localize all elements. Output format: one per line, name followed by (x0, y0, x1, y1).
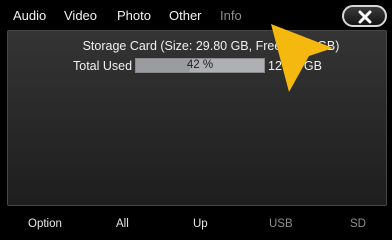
storage-info-text: Storage Card (Size: 29.80 GB, Free: 1 (82, 39, 296, 53)
tab-other[interactable]: Other (169, 8, 202, 24)
arrow-pointer-icon (271, 24, 333, 92)
tab-photo[interactable]: Photo (117, 8, 151, 24)
close-button[interactable] (342, 5, 387, 27)
sd-button[interactable]: SD (350, 217, 366, 231)
usb-button[interactable]: USB (269, 217, 293, 231)
usage-progress-bar: 42 % (135, 58, 265, 73)
tab-video[interactable]: Video (64, 8, 97, 24)
tab-audio[interactable]: Audio (13, 8, 46, 24)
all-button[interactable]: All (116, 217, 129, 231)
up-button[interactable]: Up (193, 217, 208, 231)
usage-percent-text: 42 % (186, 59, 214, 71)
option-button[interactable]: Option (28, 217, 62, 231)
total-used-label: Total Used (73, 59, 133, 73)
bottom-button-bar: Option All Up USB SD (0, 206, 392, 240)
close-icon (358, 10, 372, 24)
tab-info[interactable]: Info (220, 8, 242, 24)
